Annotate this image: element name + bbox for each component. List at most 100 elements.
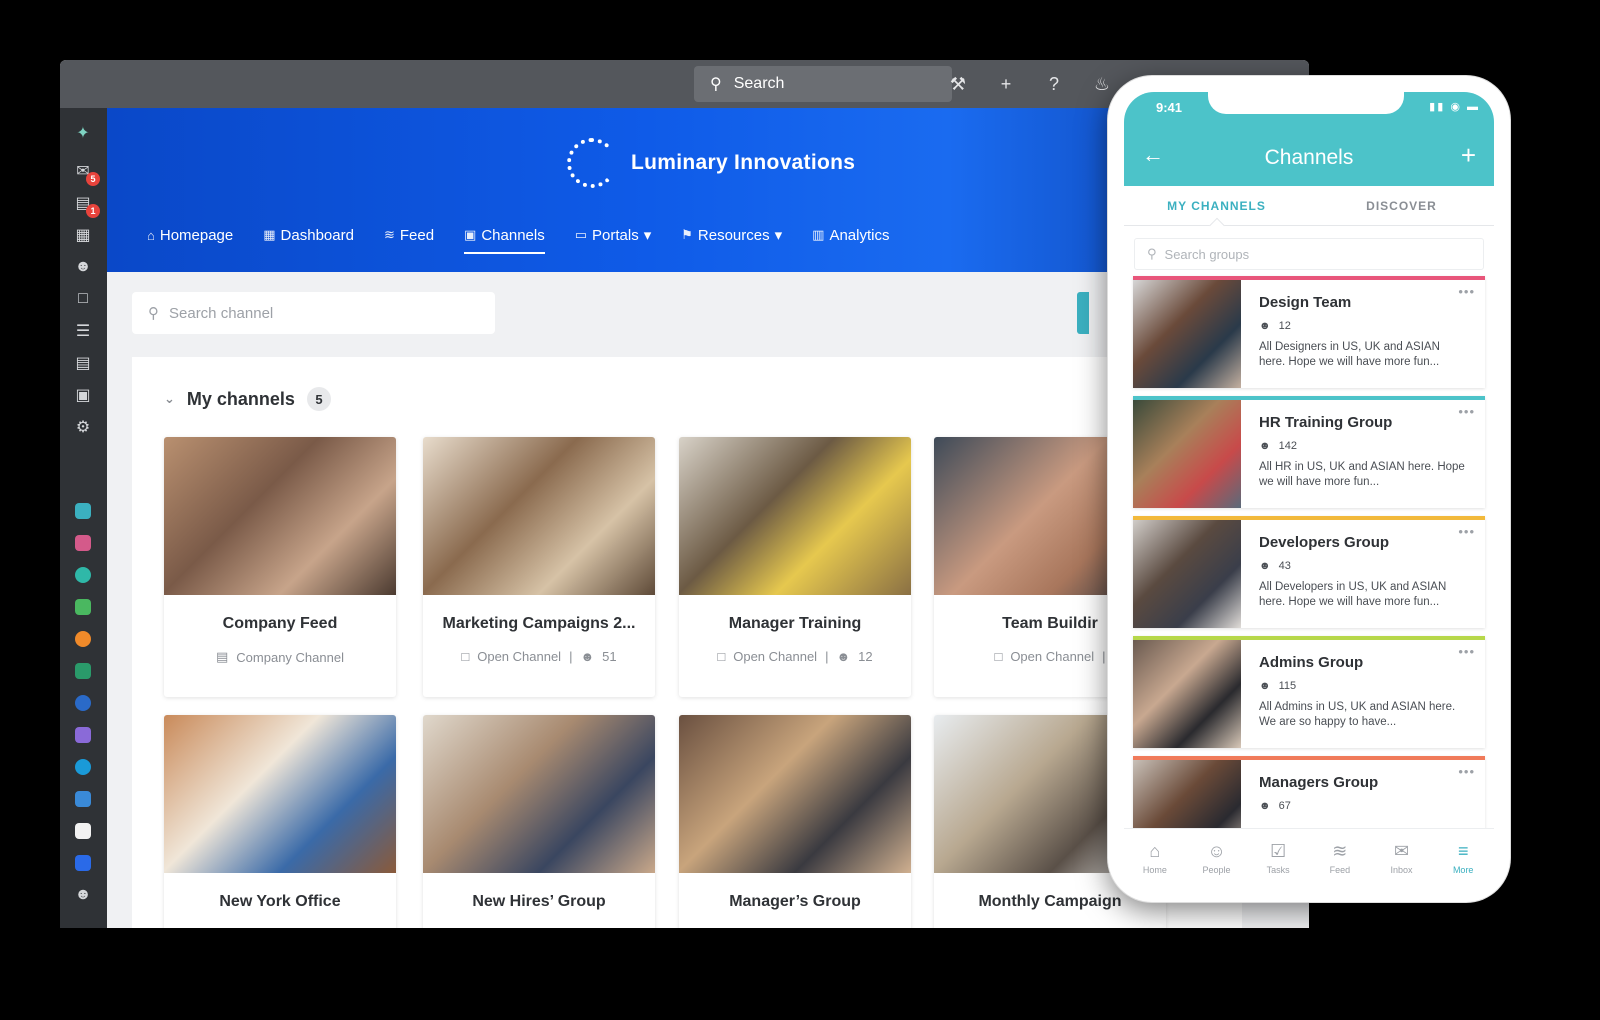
search-groups-input[interactable]: ⚲ Search groups xyxy=(1134,238,1484,270)
app-calendar-icon[interactable] xyxy=(72,852,94,874)
group-item[interactable]: Admins Group ☻ 115 All Admins in US, UK a… xyxy=(1133,636,1485,748)
app-cyan-icon[interactable] xyxy=(72,756,94,778)
group-item[interactable]: HR Training Group ☻ 142 All HR in US, UK … xyxy=(1133,396,1485,508)
app-green-icon[interactable] xyxy=(72,596,94,618)
create-channel-button[interactable] xyxy=(1077,292,1089,334)
global-search-label: Search xyxy=(733,75,785,92)
bottom-nav-feed[interactable]: ≋ Feed xyxy=(1309,829,1371,886)
search-groups-placeholder: Search groups xyxy=(1164,246,1250,262)
members-icon: ☻ xyxy=(1259,680,1271,692)
status-time: 9:41 xyxy=(1156,100,1183,115)
people-icon[interactable]: ☻ xyxy=(72,256,94,278)
channel-title: Manager Training xyxy=(728,615,862,632)
global-search[interactable]: ⚲ Search xyxy=(694,66,952,102)
bottom-nav-home[interactable]: ⌂ Home xyxy=(1124,829,1186,886)
profile-icon[interactable]: ☻ xyxy=(72,884,94,906)
channel-type: Open Channel xyxy=(477,649,562,664)
group-image xyxy=(1133,280,1241,388)
more-options-icon[interactable]: ••• xyxy=(1458,524,1475,539)
members-icon: ☻ xyxy=(580,649,595,664)
group-name: Managers Group xyxy=(1259,774,1379,791)
nav-analytics[interactable]: ▥ Analytics xyxy=(812,226,889,254)
building-icon: ▤ xyxy=(216,649,229,664)
channel-card[interactable]: New York Office xyxy=(164,715,396,928)
notes-icon[interactable]: ▤ xyxy=(72,352,94,374)
add-channel-icon[interactable]: + xyxy=(1461,140,1476,171)
main-nav: ⌂ Homepage ▦ Dashboard ≋ Feed ▣ Channels ▭ Po… xyxy=(147,226,889,254)
portals-icon: ▭ xyxy=(574,227,588,242)
tab-discover[interactable]: DISCOVER xyxy=(1309,186,1494,225)
app-logo-icon[interactable]: ✦ xyxy=(72,122,94,144)
help-icon[interactable]: ? xyxy=(1042,72,1066,96)
group-item[interactable]: Developers Group ☻ 43 All Developers in U… xyxy=(1133,516,1485,628)
app-white-icon[interactable] xyxy=(72,820,94,842)
phone-notch xyxy=(1208,92,1404,114)
member-count: 12 xyxy=(858,649,873,664)
nav-feed[interactable]: ≋ Feed xyxy=(384,226,434,254)
more-options-icon[interactable]: ••• xyxy=(1458,404,1475,419)
app-emerald-icon[interactable] xyxy=(72,660,94,682)
my-channels-header[interactable]: ⌄ My channels 5 xyxy=(164,387,331,411)
channel-card[interactable]: Marketing Campaigns 2... □ Open Channel … xyxy=(423,437,655,697)
more-options-icon[interactable]: ••• xyxy=(1458,644,1475,659)
calendar-icon[interactable]: ▦ xyxy=(72,224,94,246)
bottom-nav-more[interactable]: ≡ More xyxy=(1432,829,1494,886)
chat-icon[interactable]: ▤ 1 xyxy=(72,192,100,218)
bottom-nav-inbox[interactable]: ✉ Inbox xyxy=(1371,829,1433,886)
channel-card[interactable]: New Hires’ Group xyxy=(423,715,655,928)
group-image xyxy=(1133,640,1241,748)
nav-channels[interactable]: ▣ Channels xyxy=(464,226,545,254)
separator: | xyxy=(569,649,573,664)
bell-icon[interactable]: ♨ xyxy=(1090,72,1114,96)
more-options-icon[interactable]: ••• xyxy=(1458,764,1475,779)
channel-image xyxy=(679,437,911,595)
dashboard-icon: ▦ xyxy=(263,227,276,242)
channel-card[interactable]: Manager Training □ Open Channel | ☻ 12 xyxy=(679,437,911,697)
channel-meta: □ Open Channel | ☻ 12 xyxy=(679,649,911,664)
search-channel-input[interactable]: ⚲ Search channel xyxy=(132,292,495,334)
bottom-nav-tasks[interactable]: ☑ Tasks xyxy=(1247,829,1309,886)
inbox-icon[interactable]: ✉ 5 xyxy=(72,160,100,186)
channel-card[interactable]: Company Feed ▤ Company Channel xyxy=(164,437,396,697)
app-sky-icon[interactable] xyxy=(72,788,94,810)
group-name: Admins Group xyxy=(1259,654,1364,671)
group-count: ☻ 142 xyxy=(1259,440,1297,452)
section-title: My channels xyxy=(186,388,295,409)
add-icon[interactable]: + xyxy=(994,72,1018,96)
channels-panel: ⌄ My channels 5 Company Feed ▤ Company C… xyxy=(132,357,1242,928)
tasks-icon[interactable]: ☰ xyxy=(72,320,94,342)
nav-portals[interactable]: ▭ Portals ▾ xyxy=(575,226,652,254)
nav-resources[interactable]: ⚑ Resources ▾ xyxy=(681,226,782,254)
clipboard-icon[interactable]: ▣ xyxy=(72,384,94,406)
search-icon: ⚲ xyxy=(710,76,722,93)
phone-mockup: 9:41 ▮▮ ◉ ▬ ← Channels + MY CHANNELS DIS… xyxy=(1108,76,1510,902)
search-channel-placeholder: Search channel xyxy=(169,304,274,322)
channel-meta: □ Open Channel | ☻ 51 xyxy=(423,649,655,664)
app-blue-search-icon[interactable] xyxy=(72,692,94,714)
group-name: HR Training Group xyxy=(1259,414,1393,431)
nav-homepage[interactable]: ⌂ Homepage xyxy=(147,226,233,254)
group-image xyxy=(1133,400,1241,508)
caret-down-icon: ▾ xyxy=(643,227,652,244)
app-orange-icon[interactable] xyxy=(72,628,94,650)
brand-logo-icon xyxy=(567,138,617,188)
channel-type: Open Channel xyxy=(733,649,818,664)
wrench-icon[interactable]: ⚒ xyxy=(946,72,970,96)
phone-title: Channels xyxy=(1264,146,1354,169)
search-icon: ⚲ xyxy=(148,305,159,322)
channel-card[interactable]: Manager’s Group xyxy=(679,715,911,928)
folder-icon[interactable]: □ xyxy=(72,288,94,310)
settings-icon[interactable]: ⚙ xyxy=(72,416,94,438)
channel-image xyxy=(164,715,396,873)
more-options-icon[interactable]: ••• xyxy=(1458,284,1475,299)
group-item[interactable]: Design Team ☻ 12 All Designers in US, UK … xyxy=(1133,276,1485,388)
bottom-nav-people[interactable]: ☺ People xyxy=(1186,829,1248,886)
app-search-icon[interactable] xyxy=(72,564,94,586)
app-pink-icon[interactable] xyxy=(72,532,94,554)
app-teal-icon[interactable] xyxy=(72,500,94,522)
analytics-icon: ▥ xyxy=(812,227,825,242)
tab-my-channels[interactable]: MY CHANNELS xyxy=(1124,186,1309,225)
chevron-down-icon[interactable]: ⌄ xyxy=(164,391,175,407)
app-purple-icon[interactable] xyxy=(72,724,94,746)
nav-dashboard[interactable]: ▦ Dashboard xyxy=(263,226,354,254)
